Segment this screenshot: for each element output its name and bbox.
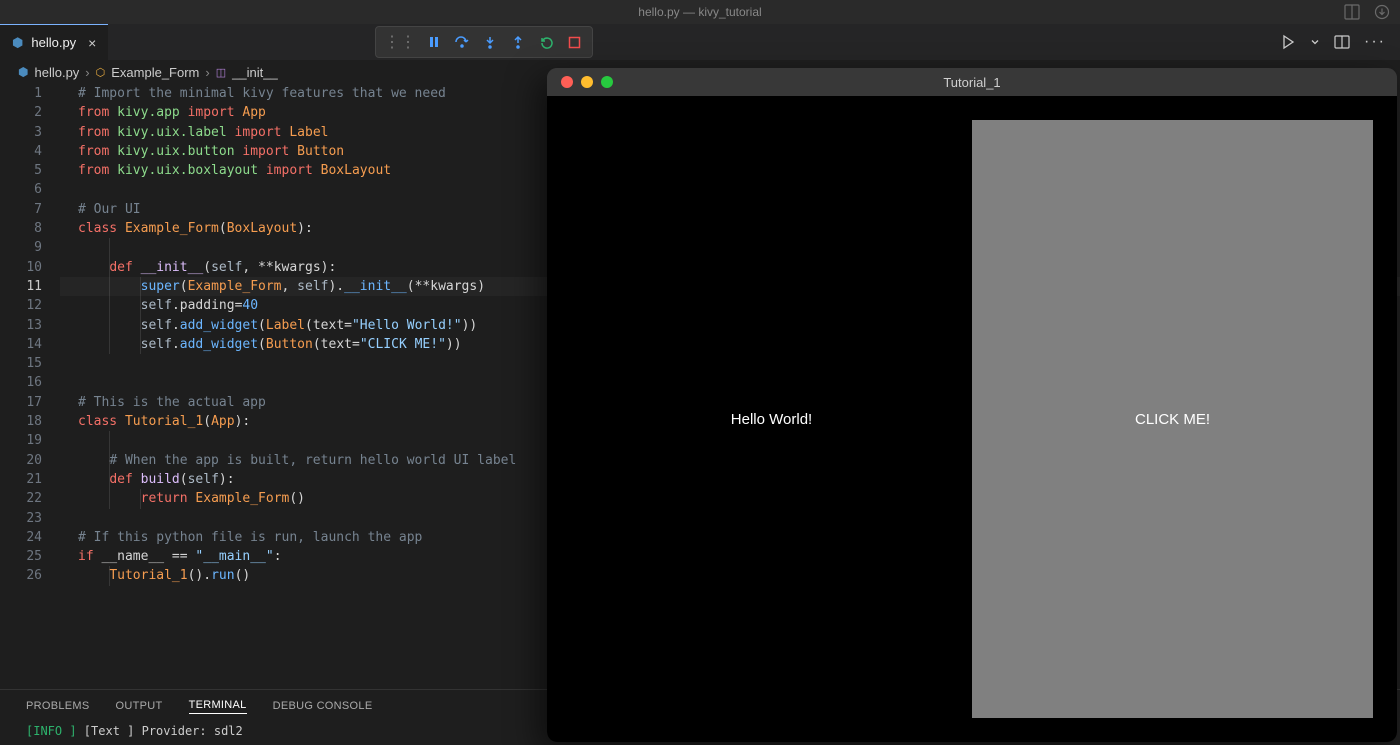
log-text: [Text ] Provider: sdl2 — [77, 724, 243, 738]
step-over-button[interactable] — [452, 32, 472, 52]
close-window-icon[interactable] — [561, 76, 573, 88]
window-title: hello.py — kivy_tutorial — [638, 5, 761, 19]
maximize-window-icon[interactable] — [601, 76, 613, 88]
line-number: 25 — [0, 547, 42, 566]
stop-button[interactable] — [564, 32, 584, 52]
line-number: 2 — [0, 103, 42, 122]
line-number: 7 — [0, 200, 42, 219]
run-button[interactable] — [1280, 34, 1296, 50]
editor-tabbar: ⬢ hello.py × ⋮⋮ ··· — [0, 24, 1400, 60]
line-number: 23 — [0, 509, 42, 528]
chevron-right-icon: › — [205, 65, 209, 80]
python-file-icon: ⬢ — [12, 35, 23, 51]
more-actions-icon[interactable]: ··· — [1364, 33, 1386, 51]
line-number: 26 — [0, 566, 42, 585]
chevron-right-icon: › — [85, 65, 89, 80]
drag-grip-icon[interactable]: ⋮⋮ — [384, 32, 416, 52]
restart-button[interactable] — [536, 32, 556, 52]
hello-world-label: Hello World! — [571, 120, 972, 718]
click-me-button[interactable]: CLICK ME! — [972, 120, 1373, 718]
log-level: [INFO ] — [26, 724, 77, 738]
line-number: 22 — [0, 489, 42, 508]
window-titlebar: hello.py — kivy_tutorial — [0, 0, 1400, 24]
breadcrumb-symbol[interactable]: __init__ — [232, 65, 278, 80]
line-number: 8 — [0, 219, 42, 238]
line-number: 1 — [0, 84, 42, 103]
kivy-app-window: Tutorial_1 Hello World! CLICK ME! — [547, 68, 1397, 742]
minimize-window-icon[interactable] — [581, 76, 593, 88]
step-out-button[interactable] — [508, 32, 528, 52]
step-into-button[interactable] — [480, 32, 500, 52]
panel-tab-terminal[interactable]: TERMINAL — [189, 699, 247, 714]
breadcrumb-file[interactable]: hello.py — [34, 65, 79, 80]
line-number-gutter: 1234567891011121314151617181920212223242… — [0, 84, 60, 689]
line-number: 18 — [0, 412, 42, 431]
method-symbol-icon: ◫ — [216, 66, 226, 79]
run-dropdown-icon[interactable] — [1310, 37, 1320, 47]
pause-button[interactable] — [424, 32, 444, 52]
layout-panels-icon[interactable] — [1344, 4, 1360, 20]
tab-filename: hello.py — [31, 35, 76, 50]
line-number: 21 — [0, 470, 42, 489]
class-symbol-icon: ⬡ — [96, 66, 106, 79]
line-number: 14 — [0, 335, 42, 354]
line-number: 9 — [0, 238, 42, 257]
line-number: 3 — [0, 123, 42, 142]
panel-tab-output[interactable]: OUTPUT — [116, 700, 163, 712]
line-number: 24 — [0, 528, 42, 547]
line-number: 13 — [0, 316, 42, 335]
close-icon[interactable]: × — [88, 35, 96, 51]
line-number: 19 — [0, 431, 42, 450]
split-editor-icon[interactable] — [1334, 34, 1350, 50]
line-number: 5 — [0, 161, 42, 180]
app-titlebar[interactable]: Tutorial_1 — [547, 68, 1397, 96]
line-number: 20 — [0, 451, 42, 470]
panel-tab-problems[interactable]: PROBLEMS — [26, 700, 90, 712]
line-number: 6 — [0, 180, 42, 199]
python-file-icon: ⬢ — [18, 65, 28, 79]
panel-tab-debug-console[interactable]: DEBUG CONSOLE — [273, 700, 373, 712]
tab-hello-py[interactable]: ⬢ hello.py × — [0, 24, 108, 60]
line-number: 15 — [0, 354, 42, 373]
line-number: 11 — [0, 277, 42, 296]
line-number: 16 — [0, 373, 42, 392]
app-title: Tutorial_1 — [547, 75, 1397, 90]
breadcrumb-class[interactable]: Example_Form — [111, 65, 199, 80]
line-number: 4 — [0, 142, 42, 161]
debug-toolbar: ⋮⋮ — [375, 26, 593, 58]
download-circle-icon[interactable] — [1374, 4, 1390, 20]
line-number: 17 — [0, 393, 42, 412]
line-number: 10 — [0, 258, 42, 277]
line-number: 12 — [0, 296, 42, 315]
app-body: Hello World! CLICK ME! — [547, 96, 1397, 742]
